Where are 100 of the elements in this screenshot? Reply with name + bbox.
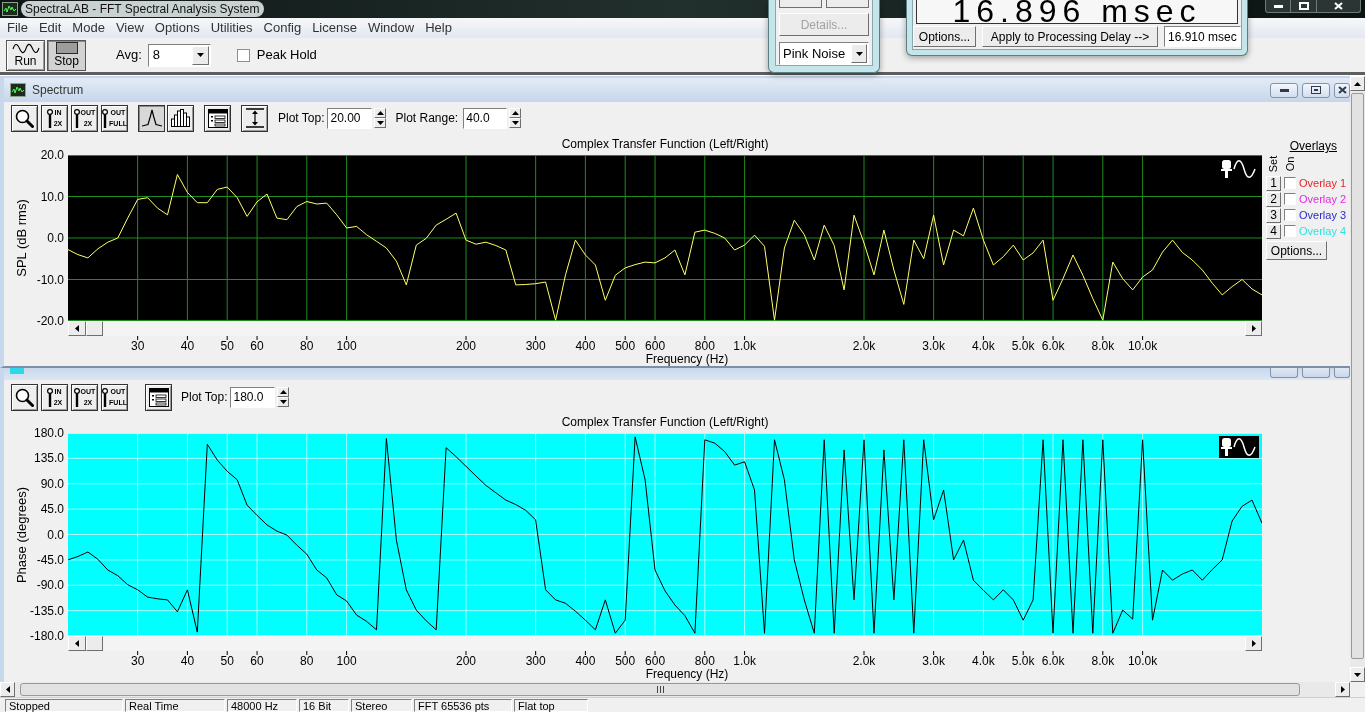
- zoom-button[interactable]: [11, 104, 38, 132]
- scroll-left-button[interactable]: [68, 321, 86, 336]
- dropdown-button[interactable]: [191, 45, 209, 65]
- sine-wave-icon: [11, 42, 40, 54]
- y-tick-label: -90.0: [36, 578, 64, 593]
- right-arrow-icon: [1340, 686, 1345, 693]
- apply-delay-button[interactable]: Apply to Processing Delay -->: [982, 26, 1158, 47]
- display-settings-button[interactable]: [145, 383, 172, 411]
- minimize-button[interactable]: [1270, 82, 1298, 98]
- vertical-scrollbar[interactable]: [1350, 76, 1365, 682]
- chart-scrollbar[interactable]: [68, 636, 1262, 651]
- overlay-label: Overlay 2: [1299, 192, 1347, 206]
- spin-up-button[interactable]: [277, 387, 290, 397]
- zoom-button[interactable]: [11, 383, 38, 411]
- menu-item[interactable]: View: [110, 19, 149, 37]
- down-arrow-icon: [377, 121, 384, 125]
- bar-mode-button[interactable]: [167, 104, 194, 132]
- window-title: SpectraLAB - FFT Spectral Analysis System: [21, 1, 264, 17]
- menu-item[interactable]: Utilities: [205, 19, 258, 37]
- peak-hold-checkbox[interactable]: [236, 48, 250, 62]
- plot-range-field[interactable]: 40.0: [463, 107, 508, 129]
- status-cell: FFT 65536 pts: [414, 699, 512, 712]
- options-button[interactable]: Options...: [913, 26, 976, 47]
- noise-type-dropdown[interactable]: Pink Noise: [779, 42, 869, 65]
- spin-down-button[interactable]: [374, 118, 387, 128]
- overlay-set-button[interactable]: 1: [1266, 175, 1281, 191]
- magnifier-icon: [15, 108, 34, 128]
- scroll-left-button[interactable]: [68, 636, 86, 651]
- x-tick-label: 5.0k: [1011, 655, 1035, 668]
- dropdown-button[interactable]: [851, 44, 867, 64]
- overlay-set-button[interactable]: 3: [1266, 207, 1281, 223]
- x-tick-label: 500: [615, 655, 636, 668]
- plot-top-field[interactable]: 180.0: [230, 386, 276, 408]
- run-button[interactable]: Run: [6, 39, 45, 71]
- overlay-set-button[interactable]: 2: [1266, 191, 1281, 207]
- left-arrow-icon: [75, 325, 79, 332]
- scroll-right-button[interactable]: [1245, 321, 1262, 336]
- overlay-checkbox[interactable]: [1284, 193, 1296, 205]
- x-tick-label: 2.0k: [852, 340, 876, 353]
- horizontal-scrollbar[interactable]: [0, 682, 1350, 697]
- waveform-icon: [10, 83, 26, 97]
- menu-item[interactable]: License: [307, 19, 362, 37]
- line-mode-button[interactable]: [138, 104, 165, 132]
- menu-item[interactable]: Edit: [33, 19, 67, 37]
- cut-off-button[interactable]: [779, 0, 822, 8]
- avg-dropdown[interactable]: 8: [147, 43, 211, 67]
- x-tick-label: 50: [220, 655, 234, 668]
- x-tick-label: 3.0k: [922, 655, 945, 668]
- options-button[interactable]: Options...: [1266, 241, 1327, 260]
- overlay-checkbox[interactable]: [1284, 209, 1296, 221]
- scroll-right-button[interactable]: [1335, 682, 1350, 697]
- delay-field[interactable]: 16.910 msec: [1164, 26, 1241, 47]
- display-settings-button[interactable]: [204, 104, 231, 132]
- scale-button[interactable]: [241, 104, 268, 132]
- scroll-down-button[interactable]: [1350, 667, 1365, 682]
- lens-icon: [73, 387, 80, 407]
- y-axis-title: SPL (dB rms): [13, 199, 29, 277]
- status-cell: Stopped: [5, 699, 123, 712]
- menu-item[interactable]: File: [2, 19, 33, 37]
- overlay-checkbox[interactable]: [1284, 225, 1296, 237]
- spin-up-button[interactable]: [374, 108, 387, 118]
- minimize-button[interactable]: [1265, 0, 1291, 13]
- left-arrow-icon: [75, 640, 79, 647]
- stop-button[interactable]: Stop: [47, 39, 86, 71]
- x-tick-label: 400: [575, 340, 596, 353]
- scroll-right-button[interactable]: [1245, 636, 1262, 651]
- chart-scrollbar[interactable]: [68, 321, 1262, 336]
- x-tick-label: 10.0k: [1127, 655, 1158, 668]
- status-cell: Flat top: [514, 699, 588, 712]
- plot-top-field[interactable]: 20.00: [327, 107, 373, 129]
- scrollbar-thumb[interactable]: [1351, 93, 1364, 659]
- menu-item[interactable]: Help: [420, 19, 457, 37]
- close-button[interactable]: [1317, 0, 1361, 13]
- lens-icon: [46, 108, 53, 128]
- maximize-icon: [1298, 2, 1309, 10]
- spin-up-button[interactable]: [509, 108, 522, 118]
- down-arrow-icon: [511, 121, 519, 125]
- scroll-left-button[interactable]: [0, 682, 15, 697]
- menu-item[interactable]: Window: [362, 19, 420, 37]
- overlay-checkbox[interactable]: [1284, 177, 1296, 189]
- field-label: Plot Range:: [395, 110, 459, 127]
- restore-button[interactable]: [1302, 82, 1330, 98]
- x-tick-label: 8.0k: [1091, 340, 1115, 353]
- spin-down-button[interactable]: [277, 397, 290, 407]
- column-label: Set: [1267, 155, 1280, 173]
- menu-item[interactable]: Config: [258, 19, 307, 37]
- cut-off-button[interactable]: [826, 0, 869, 8]
- menu-item[interactable]: Mode: [67, 19, 110, 37]
- scrollbar-thumb[interactable]: [20, 683, 1300, 696]
- overlay-set-button[interactable]: 4: [1266, 223, 1281, 239]
- waveform-icon: [2, 2, 18, 16]
- x-tick-label: 1.0k: [733, 655, 756, 668]
- close-button[interactable]: [1334, 82, 1350, 98]
- menu-item[interactable]: Options: [149, 19, 205, 37]
- maximize-button[interactable]: [1291, 0, 1317, 13]
- x-tick-label: 200: [456, 340, 476, 353]
- x-tick-label: 200: [456, 655, 476, 668]
- scroll-up-button[interactable]: [1350, 76, 1365, 91]
- x-tick-label: 300: [525, 655, 546, 668]
- spin-down-button[interactable]: [509, 118, 522, 128]
